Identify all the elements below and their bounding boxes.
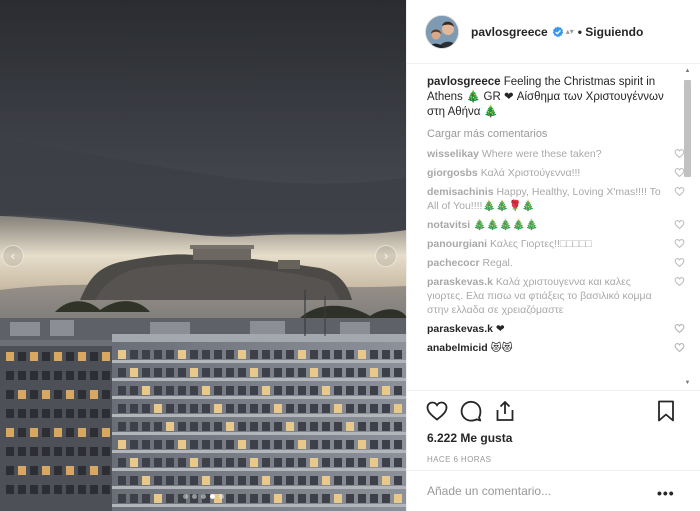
comment-item: panourgiani Καλες Γιορτες!!□□□□□ [427,235,685,254]
comment-username[interactable]: demisachinis [427,186,494,198]
post-caption: pavlosgreece Feeling the Christmas spiri… [407,64,665,120]
heart-icon[interactable] [425,399,449,423]
bookmark-icon[interactable] [654,399,678,423]
chevron-right-icon[interactable]: › [375,245,397,267]
comment-item: pachecocr Regal. [427,254,685,273]
comment-username[interactable]: pachecocr [427,257,480,269]
action-icons [407,391,700,431]
comments-section[interactable]: pavlosgreece Feeling the Christmas spiri… [407,64,700,390]
comment-username[interactable]: giorgosbs [427,167,478,179]
add-comment-input[interactable] [427,484,637,498]
comment-username[interactable]: wisselikay [427,148,479,160]
share-icon[interactable] [493,399,517,423]
comment-list: wisselikay Where were these taken? giorgo… [407,140,700,358]
chevron-down-icon[interactable]: ▴▾ [566,27,574,36]
add-comment-bar: ••• [407,470,700,511]
comment-text: Where were these taken? [481,148,602,160]
post-header: pavlosgreece ▴▾ • Siguiendo [407,0,700,64]
avatar-image [426,15,458,48]
comment-username[interactable]: anabelmicid [427,342,488,354]
post-timestamp[interactable]: HACE 6 HORAS [407,445,700,464]
post-photo[interactable]: ‹ › [0,0,406,511]
comment-item: notavitsi 🎄🎄🎄🎄🎄 [427,216,685,235]
comment-text: Καλά Χριστούγεννα!!! [480,167,581,179]
load-more-comments-button[interactable]: Cargar más comentarios [407,120,700,140]
comment-icon[interactable] [459,399,483,423]
comment-item: paraskevas.k Καλά χριστουγεννα και καλες… [427,273,685,320]
comment-text: 😻😻 [490,342,513,354]
instagram-post-modal: ‹ › pavlosgreece ▴▾ • Siguiendo pavlosgr… [0,0,700,511]
verified-badge-icon [552,26,564,37]
comment-username[interactable]: paraskevas.k [427,323,493,335]
scroll-down-arrow[interactable]: ▼ [684,380,691,388]
comment-item: wisselikay Where were these taken? [427,145,685,164]
comment-username[interactable]: notavitsi [427,219,470,231]
scrollbar-thumb[interactable] [684,80,691,177]
post-username[interactable]: pavlosgreece [471,25,548,39]
comment-item: demisachinis Happy, Healthy, Loving X'ma… [427,183,685,216]
comment-text: 🎄🎄🎄🎄🎄 [473,219,539,231]
comment-item: giorgosbs Καλά Χριστούγεννα!!! [427,164,685,183]
post-actions: 6.222 Me gusta HACE 6 HORAS [407,390,700,464]
post-sidebar: pavlosgreece ▴▾ • Siguiendo pavlosgreece… [406,0,700,511]
carousel-indicator [0,494,406,499]
likes-count[interactable]: 6.222 Me gusta [407,431,700,445]
carousel-dot [191,494,197,499]
carousel-dot [218,494,224,499]
more-options-button[interactable]: ••• [657,485,675,501]
comment-item: anabelmicid 😻😻 [427,339,685,358]
carousel-dot [209,494,215,499]
chevron-left-icon[interactable]: ‹ [2,245,24,267]
comment-item: paraskevas.k ❤ [427,320,685,339]
avatar[interactable] [425,14,459,49]
comment-username[interactable]: panourgiani [427,238,487,250]
carousel-dot [182,494,188,499]
caption-username[interactable]: pavlosgreece [427,76,501,88]
comment-text: Καλες Γιορτες!!□□□□□ [490,238,592,250]
comment-text: ❤ [495,323,505,335]
scroll-up-arrow[interactable]: ▲ [684,68,691,76]
following-button[interactable]: • Siguiendo [578,25,644,39]
comment-username[interactable]: paraskevas.k [427,276,493,288]
comment-text: Regal. [482,257,513,269]
carousel-dot [200,494,206,499]
photo-athens-acropolis [0,0,406,511]
